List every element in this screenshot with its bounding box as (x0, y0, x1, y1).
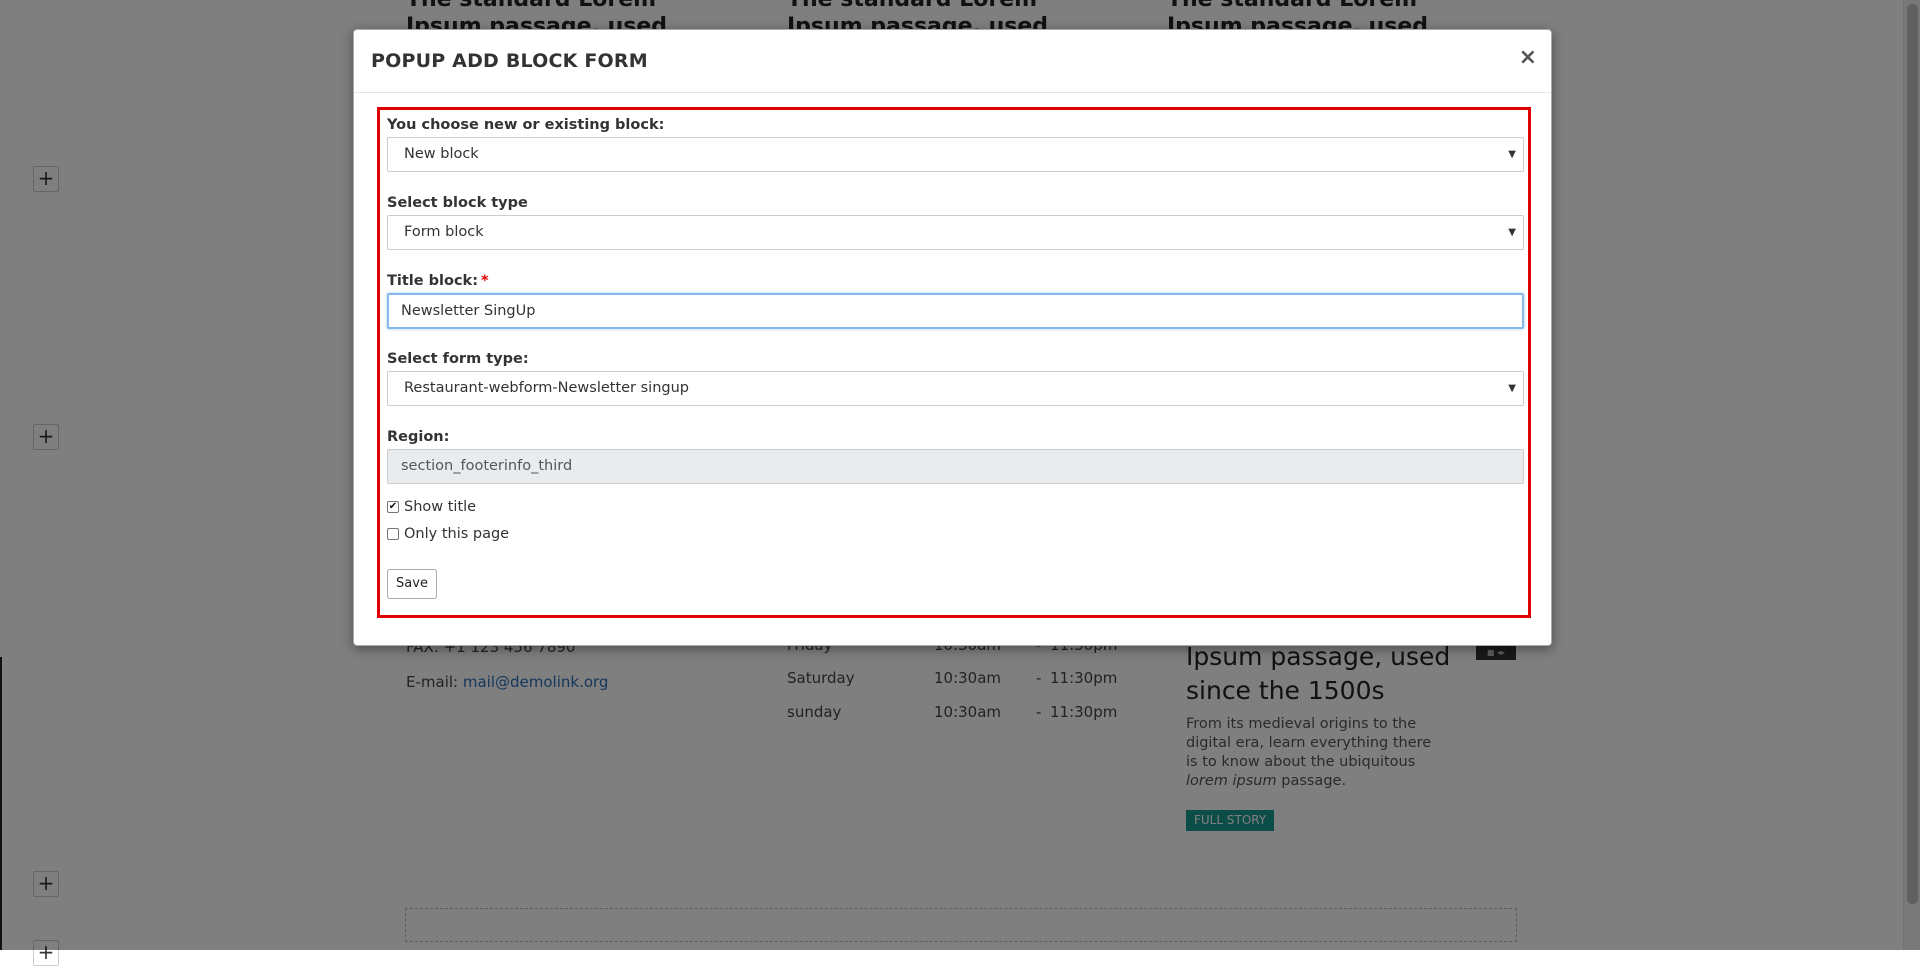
title-block-label: Title block: * (387, 273, 489, 289)
only-this-page-label: Only this page (404, 526, 510, 542)
form-type-value: Restaurant-webform-Newsletter singup (404, 380, 690, 396)
modal-header: POPUP ADD BLOCK FORM × (354, 30, 1551, 93)
region-field: section_footerinfo_third (387, 449, 1524, 484)
close-icon[interactable]: × (1519, 45, 1537, 71)
show-title-checkbox[interactable]: ✔ (387, 501, 399, 513)
form-type-select[interactable]: Restaurant-webform-Newsletter singup ▼ (387, 371, 1524, 406)
backdrop-edge (0, 657, 2, 950)
title-block-label-text: Title block: (387, 273, 478, 289)
show-title-label: Show title (404, 499, 477, 515)
modal-title: POPUP ADD BLOCK FORM (371, 50, 648, 72)
block-choice-select[interactable]: New block ▼ (387, 137, 1524, 172)
only-this-page-checkbox[interactable] (387, 528, 399, 540)
save-button[interactable]: Save (387, 569, 437, 599)
chevron-down-icon: ▼ (1508, 383, 1516, 394)
chevron-down-icon: ▼ (1508, 227, 1516, 238)
block-type-select[interactable]: Form block ▼ (387, 215, 1524, 250)
title-block-input[interactable]: Newsletter SingUp (387, 293, 1524, 329)
block-choice-value: New block (404, 146, 479, 162)
add-block-form: You choose new or existing block: New bl… (377, 107, 1531, 618)
add-block-modal: POPUP ADD BLOCK FORM × You choose new or… (353, 29, 1552, 646)
block-choice-label: You choose new or existing block: (387, 117, 665, 133)
block-type-value: Form block (404, 224, 484, 240)
region-label: Region: (387, 429, 450, 445)
required-mark: * (481, 273, 489, 289)
block-type-label: Select block type (387, 195, 528, 211)
chevron-down-icon: ▼ (1508, 149, 1516, 160)
form-type-label: Select form type: (387, 351, 529, 367)
